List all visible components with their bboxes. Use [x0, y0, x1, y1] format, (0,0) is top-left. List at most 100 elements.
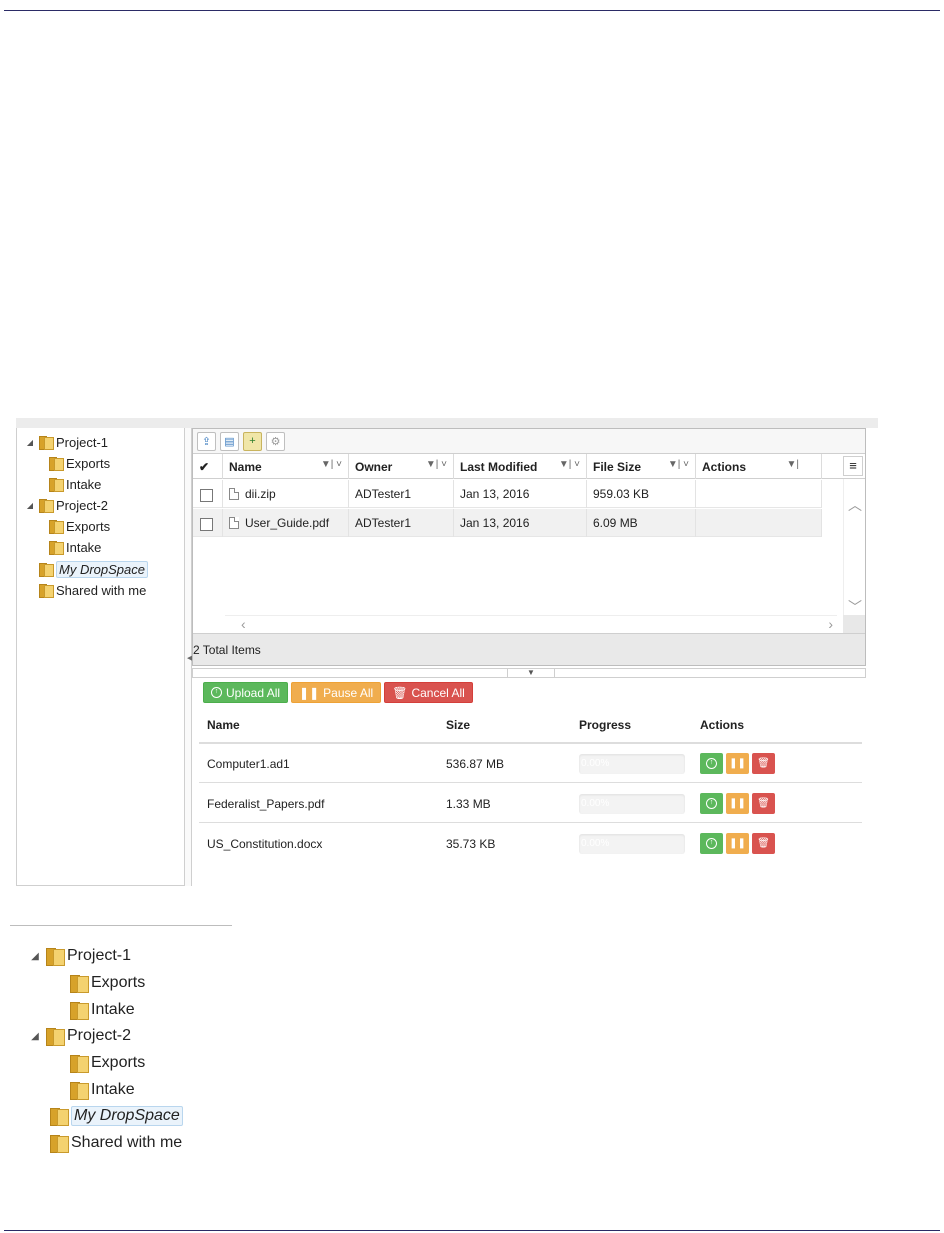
tree-node-exports[interactable]: Exports	[66, 970, 145, 996]
tree-node-shared-with-me[interactable]: Shared with me	[46, 1130, 182, 1156]
vertical-scrollbar[interactable]: ︿ ﹀	[843, 479, 865, 633]
tree-node-label: Exports	[66, 518, 111, 534]
column-header-last-modified[interactable]: Last Modified ▼| ˅	[454, 454, 587, 479]
upload-file-button[interactable]: ↑	[700, 753, 723, 774]
pause-all-button[interactable]: ❚❚ Pause All	[291, 682, 382, 703]
filter-icon[interactable]: ▼| ˅	[321, 459, 342, 470]
grid-toolbar: ⇪ ▤ + ⚙	[193, 429, 865, 454]
column-menu-icon[interactable]: ≡	[843, 456, 863, 476]
table-row[interactable]: dii.zip ADTester1 Jan 13, 2016 959.03 KB	[193, 480, 822, 508]
database-icon[interactable]: ▤	[220, 431, 239, 451]
folder-icon	[70, 1002, 89, 1020]
tree-node-exports[interactable]: Exports	[45, 454, 110, 472]
row-checkbox[interactable]	[200, 488, 213, 502]
column-header-actions[interactable]: Actions ▼|	[696, 454, 822, 479]
upload-file-button[interactable]: ↑	[700, 793, 723, 814]
folder-icon	[50, 1108, 69, 1126]
tree-node-project-1[interactable]: ◢ Project-1	[25, 433, 108, 451]
folder-icon	[49, 457, 64, 471]
expand-triangle-icon[interactable]: ◢	[28, 1031, 42, 1042]
scroll-left-icon[interactable]: ‹	[241, 616, 246, 632]
tree-node-project-1[interactable]: ◢ Project-1	[28, 943, 131, 969]
tree-node-project-2[interactable]: ◢ Project-2	[28, 1023, 131, 1049]
tree-node-label: Intake	[66, 539, 102, 555]
expand-triangle-icon[interactable]: ◢	[25, 438, 35, 447]
filter-icon[interactable]: ▼|	[787, 459, 800, 470]
table-row[interactable]: User_Guide.pdf ADTester1 Jan 13, 2016 6.…	[193, 509, 822, 537]
upload-column-name: Name	[207, 718, 240, 732]
select-all-check-icon[interactable]: ✔	[193, 454, 223, 479]
folder-icon	[70, 1082, 89, 1100]
tree-node-my-dropspace[interactable]: My DropSpace	[35, 560, 148, 578]
tree-node-my-dropspace[interactable]: My DropSpace	[46, 1103, 183, 1129]
pause-icon: ❚❚	[729, 838, 746, 849]
scroll-right-icon[interactable]: ›	[828, 616, 833, 632]
folder-icon	[39, 563, 54, 577]
tree-node-label: My DropSpace	[56, 560, 148, 578]
delete-file-button[interactable]: 🗑	[752, 753, 775, 774]
delete-file-button[interactable]: 🗑	[752, 833, 775, 854]
column-header-owner[interactable]: Owner ▼| ˅	[349, 454, 454, 479]
tree-node-intake[interactable]: Intake	[66, 1077, 135, 1103]
upload-all-button[interactable]: ↑ Upload All	[203, 682, 289, 703]
settings-icon[interactable]: ⚙	[266, 431, 285, 451]
tree-node-exports[interactable]: Exports	[66, 1050, 145, 1076]
upload-all-label: Upload All	[226, 685, 281, 700]
file-owner: ADTester1	[349, 480, 454, 508]
horizontal-scrollbar[interactable]: ‹ ›	[225, 615, 837, 633]
collapse-down-icon[interactable]: ▼	[507, 668, 555, 678]
tree-node-intake[interactable]: Intake	[45, 538, 101, 556]
tree-node-intake[interactable]: Intake	[66, 997, 135, 1023]
file-size: 6.09 MB	[587, 509, 696, 537]
tree-node-intake[interactable]: Intake	[45, 475, 101, 493]
tree-node-label: Exports	[91, 1054, 146, 1071]
file-name[interactable]: dii.zip	[245, 487, 276, 501]
row-checkbox[interactable]	[200, 517, 213, 531]
file-actions	[696, 509, 822, 537]
upload-file-size: 1.33 MB	[446, 796, 491, 811]
folder-icon	[46, 948, 65, 966]
file-name[interactable]: User_Guide.pdf	[245, 516, 329, 530]
scroll-up-icon[interactable]: ︿	[848, 495, 862, 515]
tree-node-label: Shared with me	[71, 1134, 183, 1151]
tree-node-label: Intake	[91, 1001, 135, 1018]
add-folder-icon[interactable]: +	[243, 431, 262, 451]
column-header-name[interactable]: Name ▼| ˅	[223, 454, 349, 479]
filter-icon[interactable]: ▼| ˅	[559, 459, 580, 470]
scroll-down-icon[interactable]: ﹀	[848, 597, 862, 617]
pause-file-button[interactable]: ❚❚	[726, 833, 749, 854]
upload-column-actions: Actions	[700, 718, 745, 732]
filter-icon[interactable]: ▼| ˅	[426, 459, 447, 470]
progress-bar: 0.00%	[579, 793, 685, 814]
file-owner: ADTester1	[349, 509, 454, 537]
scrollbar-corner	[843, 615, 865, 633]
upload-row: US_Constitution.docx 35.73 KB 0.00% ↑ ❚❚…	[199, 824, 862, 863]
file-modified: Jan 13, 2016	[454, 480, 587, 508]
upload-file-button[interactable]: ↑	[700, 833, 723, 854]
expand-triangle-icon[interactable]: ◢	[25, 501, 35, 510]
upload-row: Computer1.ad1 536.87 MB 0.00% ↑ ❚❚ 🗑	[199, 744, 862, 783]
column-header-file-size[interactable]: File Size ▼| ˅	[587, 454, 696, 479]
trash-icon: 🗑	[757, 798, 770, 809]
folder-icon	[49, 541, 64, 555]
column-header-label: Owner	[355, 459, 393, 474]
grid-header: ✔ Name ▼| ˅ Owner ▼| ˅ Last Modified ▼| …	[193, 454, 865, 479]
pause-file-button[interactable]: ❚❚	[726, 793, 749, 814]
cancel-all-button[interactable]: 🗑 Cancel All	[384, 682, 473, 703]
upload-column-progress: Progress	[579, 718, 632, 732]
folder-icon	[49, 520, 64, 534]
filter-icon[interactable]: ▼| ˅	[668, 459, 689, 470]
tree-node-label: Exports	[91, 974, 146, 991]
page-top-rule	[4, 10, 940, 11]
pause-file-button[interactable]: ❚❚	[726, 753, 749, 774]
tree-node-shared-with-me[interactable]: Shared with me	[35, 581, 146, 599]
pause-icon: ❚❚	[729, 798, 746, 809]
grid-upload-splitter[interactable]: ▼	[192, 668, 866, 678]
column-header-label: File Size	[593, 459, 642, 474]
tree-node-exports[interactable]: Exports	[45, 517, 110, 535]
upload-circle-icon: ↑	[706, 758, 717, 769]
delete-file-button[interactable]: 🗑	[752, 793, 775, 814]
expand-triangle-icon[interactable]: ◢	[28, 951, 42, 962]
upload-icon[interactable]: ⇪	[197, 431, 216, 451]
tree-node-project-2[interactable]: ◢ Project-2	[25, 496, 108, 514]
